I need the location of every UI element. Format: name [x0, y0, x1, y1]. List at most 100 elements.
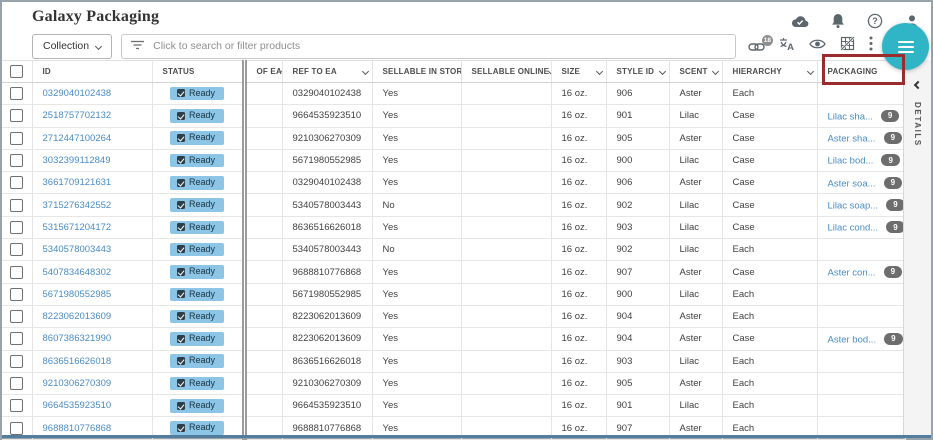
size-cell: 16 oz.: [551, 216, 606, 238]
packaging-link[interactable]: Aster sha...: [828, 133, 876, 144]
column-label: SELLABLE IN STORE: [383, 67, 462, 76]
id-cell: 3032399112849: [32, 149, 152, 171]
sellable-in-store-cell: Yes: [372, 261, 461, 283]
packaging-link[interactable]: Aster soa...: [828, 178, 876, 189]
row-checkbox[interactable]: [10, 332, 23, 345]
packaging-link[interactable]: Lilac bod...: [828, 156, 874, 167]
column-header-hierarchy[interactable]: HIERARCHY: [722, 61, 817, 83]
product-id-link[interactable]: 8636516626018: [43, 356, 112, 367]
product-id-link[interactable]: 8223062013609: [43, 311, 112, 322]
horizontal-scrollbar[interactable]: [2, 435, 931, 438]
column-header-checkbox[interactable]: [2, 61, 32, 83]
help-icon[interactable]: ?: [867, 13, 883, 29]
column-header-sellable_online[interactable]: SELLABLE ONLINE: [461, 61, 551, 83]
collection-dropdown[interactable]: Collection: [32, 34, 112, 59]
packaging-link[interactable]: Lilac sha...: [828, 111, 873, 122]
chevron-down-icon[interactable]: [806, 68, 813, 75]
row-checkbox[interactable]: [10, 399, 23, 412]
column-header-id[interactable]: ID: [32, 61, 152, 83]
packaging-link[interactable]: Aster con...: [828, 267, 876, 278]
ref-to-ea-cell: 9210306270309: [282, 127, 372, 149]
of-ea-cell: [244, 83, 282, 105]
column-header-ref_to_ea[interactable]: REF TO EA: [282, 61, 372, 83]
status-cell: Ready: [152, 305, 244, 327]
product-id-link[interactable]: 9664535923510: [43, 400, 112, 411]
sellable-online-cell: [461, 105, 551, 127]
row-checkbox[interactable]: [10, 109, 23, 122]
product-id-link[interactable]: 5407834648302: [43, 267, 112, 278]
style-id-cell: 906: [606, 172, 669, 194]
details-panel[interactable]: DETAILS: [903, 60, 931, 435]
product-id-link[interactable]: 5315671204172: [43, 222, 112, 233]
cloud-check-icon[interactable]: [791, 14, 809, 28]
menu-fab-button[interactable]: [882, 23, 929, 70]
link-icon[interactable]: 18: [748, 40, 765, 53]
status-badge: Ready: [170, 221, 224, 235]
product-id-link[interactable]: 5671980552985: [43, 289, 112, 300]
chevron-down-icon[interactable]: [711, 68, 718, 75]
preview-icon[interactable]: [809, 37, 826, 55]
status-badge: Ready: [170, 87, 224, 101]
packaging-count-badge: 9: [884, 266, 902, 278]
column-header-size[interactable]: SIZE: [551, 61, 606, 83]
chevron-down-icon[interactable]: [361, 68, 368, 75]
row-checkbox[interactable]: [10, 87, 23, 100]
chevron-left-icon[interactable]: [913, 81, 921, 89]
row-checkbox[interactable]: [10, 199, 23, 212]
row-checkbox[interactable]: [10, 355, 23, 368]
more-vertical-icon[interactable]: [869, 36, 873, 56]
row-checkbox[interactable]: [10, 266, 23, 279]
column-header-style_id[interactable]: STYLE ID: [606, 61, 669, 83]
packaging-link[interactable]: Aster bod...: [828, 334, 877, 345]
packaging-cell: [817, 395, 905, 417]
product-id-link[interactable]: 3032399112849: [43, 155, 111, 166]
notifications-icon[interactable]: [831, 13, 845, 29]
search-input[interactable]: [153, 40, 726, 52]
style-id-cell: 901: [606, 105, 669, 127]
product-id-link[interactable]: 8607386321990: [43, 333, 112, 344]
sellable-online-cell: [461, 283, 551, 305]
style-id-cell: 905: [606, 372, 669, 394]
hierarchy-cell: Each: [722, 305, 817, 327]
packaging-link[interactable]: Lilac cond...: [828, 223, 879, 234]
row-checkbox[interactable]: [10, 288, 23, 301]
packaging-count-badge: 9: [884, 132, 902, 144]
row-checkbox[interactable]: [10, 310, 23, 323]
status-cell: Ready: [152, 216, 244, 238]
product-id-link[interactable]: 0329040102438: [43, 88, 112, 99]
translate-icon[interactable]: A: [779, 37, 795, 56]
product-id-link[interactable]: 9210306270309: [43, 378, 112, 389]
select-all-checkbox[interactable]: [10, 65, 23, 78]
row-checkbox[interactable]: [10, 243, 23, 256]
status-cell: Ready: [152, 395, 244, 417]
chevron-down-icon[interactable]: [595, 68, 602, 75]
search-bar[interactable]: [121, 34, 736, 59]
row-checkbox[interactable]: [10, 221, 23, 234]
product-id-link[interactable]: 3661709121631: [43, 177, 112, 188]
row-checkbox[interactable]: [10, 422, 23, 435]
status-cell: Ready: [152, 172, 244, 194]
row-checkbox[interactable]: [10, 154, 23, 167]
sellable-in-store-cell: No: [372, 239, 461, 261]
product-id-link[interactable]: 2712447100264: [43, 133, 112, 144]
row-checkbox[interactable]: [10, 176, 23, 189]
status-badge: Ready: [170, 131, 224, 145]
sellable-in-store-cell: Yes: [372, 127, 461, 149]
packaging-link[interactable]: Lilac soap...: [828, 200, 879, 211]
column-header-of_ea[interactable]: OF EA: [244, 61, 282, 83]
product-id-link[interactable]: 9688810776868: [43, 423, 112, 434]
check-icon: [177, 201, 185, 209]
status-badge: Ready: [170, 265, 224, 279]
product-id-link[interactable]: 5340578003443: [43, 244, 112, 255]
grid-off-icon[interactable]: [840, 36, 855, 56]
row-checkbox[interactable]: [10, 132, 23, 145]
row-checkbox[interactable]: [10, 377, 23, 390]
table-row: 2518757702132Ready9664535923510Yes16 oz.…: [2, 105, 905, 127]
check-icon: [177, 424, 185, 432]
product-id-link[interactable]: 2518757702132: [43, 110, 112, 121]
product-id-link[interactable]: 3715276342552: [43, 200, 112, 211]
column-header-scent[interactable]: SCENT: [669, 61, 722, 83]
column-header-status[interactable]: STATUS: [152, 61, 244, 83]
column-header-sellable_in_store[interactable]: SELLABLE IN STORE: [372, 61, 461, 83]
chevron-down-icon[interactable]: [658, 68, 665, 75]
